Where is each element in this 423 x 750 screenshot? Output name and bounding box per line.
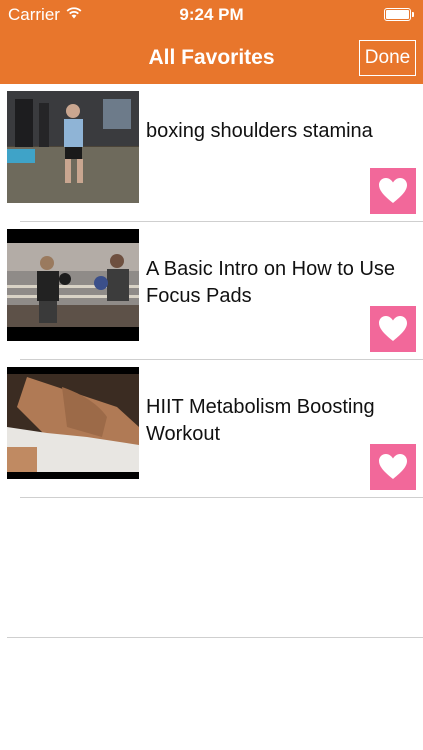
- row-separator: [20, 497, 423, 498]
- item-title: A Basic Intro on How to Use Focus Pads: [146, 258, 396, 307]
- video-thumbnail[interactable]: [7, 229, 139, 341]
- video-thumbnail[interactable]: [7, 367, 139, 479]
- list-item[interactable]: boxing shoulders stamina: [0, 84, 423, 222]
- favorite-button[interactable]: [370, 444, 416, 490]
- video-thumbnail[interactable]: [7, 91, 139, 203]
- favorites-list: boxing shoulders stamina A Basic Intro o…: [0, 84, 423, 498]
- item-title: HIIT Metabolism Boosting Workout: [146, 396, 375, 445]
- favorite-button[interactable]: [370, 306, 416, 352]
- favorite-button[interactable]: [370, 168, 416, 214]
- status-bar: Carrier 9:24 PM: [0, 0, 423, 30]
- clock-time: 9:24 PM: [179, 5, 244, 24]
- item-title: boxing shoulders stamina: [146, 120, 373, 142]
- list-divider: [7, 637, 423, 638]
- heart-icon: [379, 178, 407, 203]
- done-button[interactable]: Done: [359, 40, 416, 76]
- navigation-header: Carrier 9:24 PM All Favorites Done: [0, 0, 423, 84]
- list-item[interactable]: HIIT Metabolism Boosting Workout: [0, 360, 423, 498]
- heart-icon: [379, 316, 407, 341]
- heart-icon: [379, 454, 407, 479]
- list-item[interactable]: A Basic Intro on How to Use Focus Pads: [0, 222, 423, 360]
- battery-icon: [384, 8, 414, 21]
